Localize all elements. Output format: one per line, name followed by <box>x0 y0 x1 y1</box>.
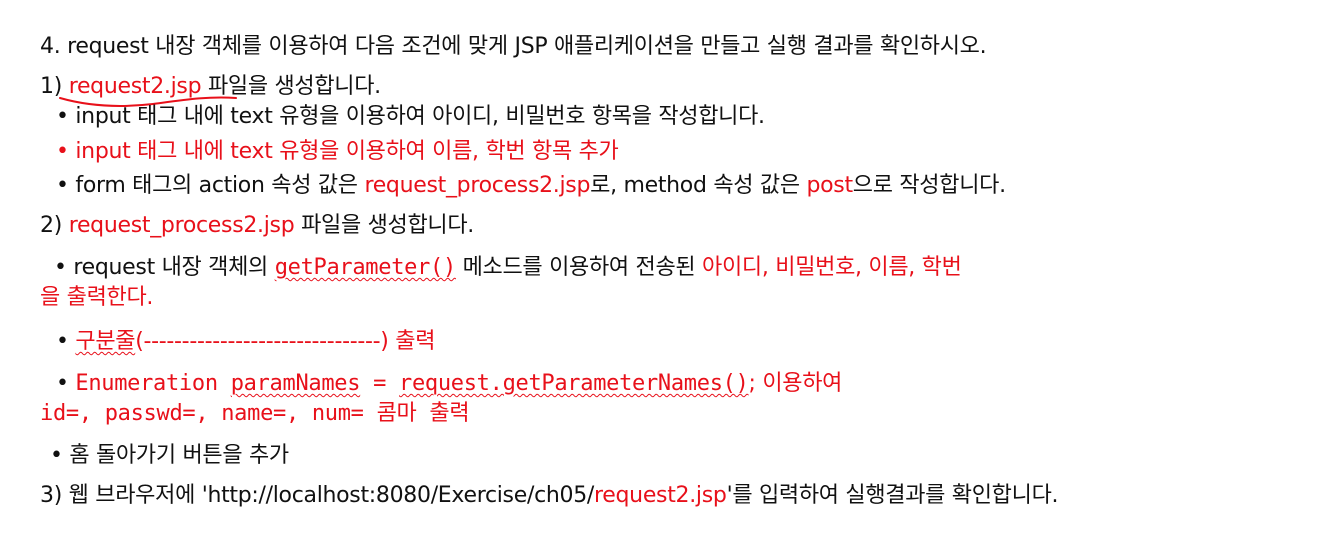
divider-label: 구분줄 <box>75 329 136 354</box>
bullet-text-part: • form 태그의 action 속성 값은 <box>56 173 365 198</box>
step-2-bullet-home-button: • 홈 돌아가기 버튼을 추가 <box>50 443 289 469</box>
code-text: Enumeration <box>75 371 231 396</box>
heading-text: 4. request 내장 객체를 이용하여 다음 조건에 맞게 JSP 애플리… <box>40 34 987 59</box>
step-1-bullet-form-action: • form 태그의 action 속성 값은 request_process2… <box>56 173 1006 199</box>
step-2-bullet-getparameter: • request 내장 객체의 getParameter() 메소드를 이용하… <box>54 255 962 281</box>
action-value: request_process2.jsp <box>364 173 591 198</box>
step-2-bullet-enumeration: • Enumeration paramNames = request.getPa… <box>56 371 842 397</box>
exercise-heading: 4. request 내장 객체를 이용하여 다음 조건에 맞게 JSP 애플리… <box>40 34 987 60</box>
bullet-text-part: 을 출력한다. <box>40 285 154 310</box>
bullet-text: • input 태그 내에 text 유형을 이용하여 이름, 학번 항목 추가 <box>56 139 619 164</box>
get-parameter-names-call: request.getParameterNames() <box>399 371 749 396</box>
step-2-bullet-enumeration-continued: id=, passwd=, name=, num= 콤마 출력 <box>40 401 470 427</box>
get-parameter-method: getParameter() <box>274 255 457 280</box>
step-2-number: 2) <box>40 213 69 238</box>
bullet-text-part: 로, method 속성 값은 <box>590 173 807 198</box>
exercise-document: 4. request 내장 객체를 이용하여 다음 조건에 맞게 JSP 애플리… <box>0 0 1344 552</box>
step-2-bullet-getparameter-continued: 을 출력한다. <box>40 285 153 311</box>
output-fields: 아이디, 비밀번호, 이름, 학번 <box>702 255 962 280</box>
step-2-title: 2) request_process2.jsp 파일을 생성합니다. <box>40 213 474 239</box>
param-names-variable: paramNames <box>230 371 361 396</box>
bullet-text-part: 으로 작성합니다. <box>852 173 1006 198</box>
step-1-bullet-name-number: • input 태그 내에 text 유형을 이용하여 이름, 학번 항목 추가 <box>56 139 619 165</box>
divider-text: (-------------------------------) 출력 <box>135 329 436 354</box>
bullet-text: • 홈 돌아가기 버튼을 추가 <box>50 443 289 468</box>
method-value: post <box>806 173 853 198</box>
bullet-text-part: • request 내장 객체의 <box>54 255 275 280</box>
step-3-filename: request2.jsp <box>594 483 727 508</box>
bullet-text-part: ; 이용하여 <box>748 371 843 396</box>
step-1-bullet-id-password: • input 태그 내에 text 유형을 이용하여 아이디, 비밀번호 항목… <box>56 104 765 130</box>
bullet-mark: • <box>56 371 76 396</box>
bullet-text: • input 태그 내에 text 유형을 이용하여 아이디, 비밀번호 항목… <box>56 104 765 129</box>
step-2-bullet-divider: • 구분줄(-------------------------------) 출… <box>56 329 435 355</box>
step-2-description: 파일을 생성합니다. <box>294 213 474 238</box>
comma-output-format: id=, passwd=, name=, num= 콤마 출력 <box>40 401 470 426</box>
code-text: = <box>360 371 400 396</box>
bullet-text-part: 메소드를 이용하여 전송된 <box>455 255 703 280</box>
bullet-mark: • <box>56 329 76 354</box>
step-2-filename: request_process2.jsp <box>68 213 295 238</box>
step-3-text: '를 입력하여 실행결과를 확인합니다. <box>726 483 1059 508</box>
step-3-instruction: 3) 웹 브라우저에 'http://localhost:8080/Exerci… <box>40 483 1059 509</box>
step-3-text: 3) 웹 브라우저에 'http://localhost:8080/Exerci… <box>40 483 595 508</box>
